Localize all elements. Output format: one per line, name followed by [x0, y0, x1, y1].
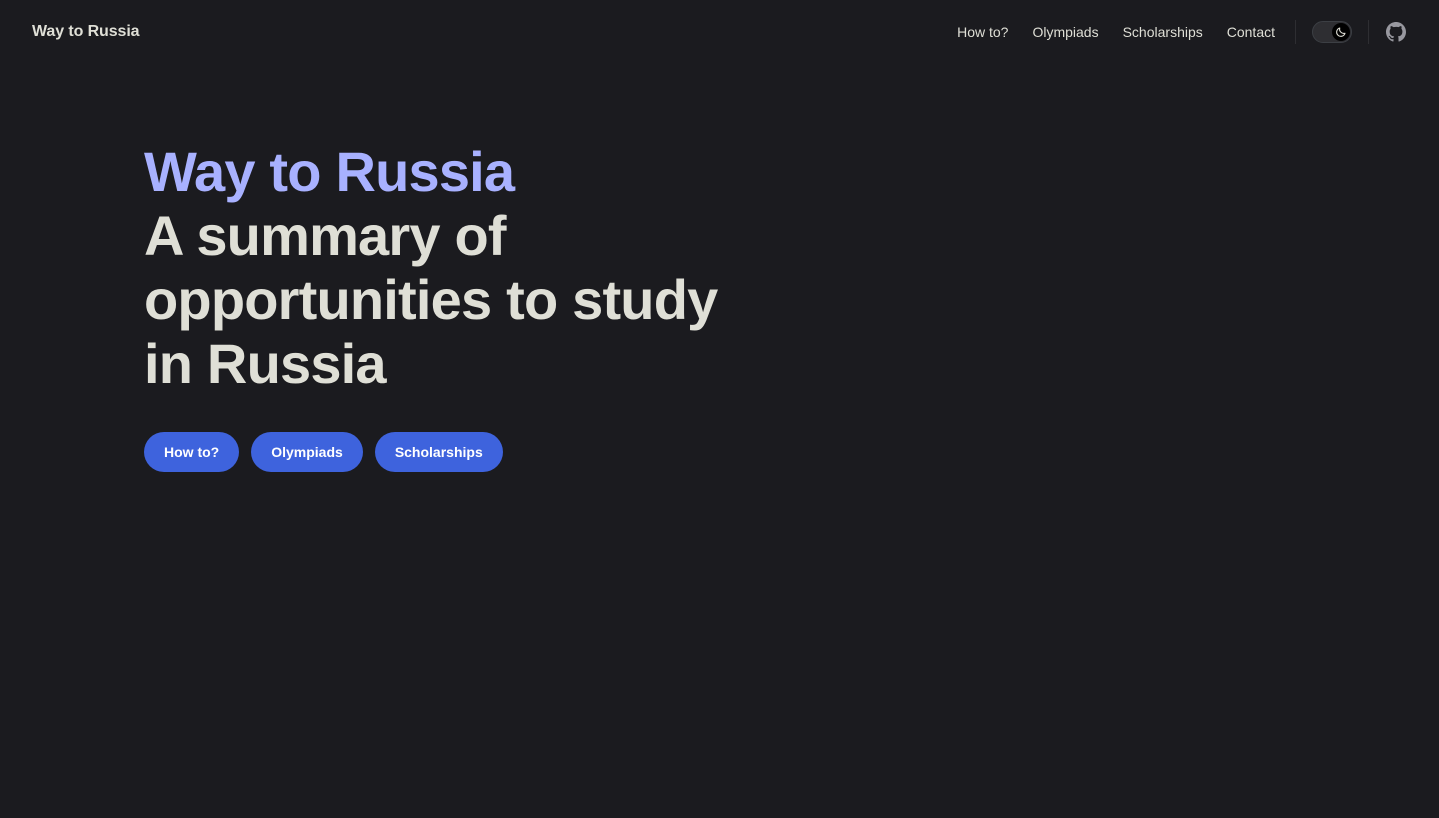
navbar: Way to Russia How to? Olympiads Scholars…	[0, 0, 1439, 64]
hero-section: Way to Russia A summary of opportunities…	[144, 140, 764, 472]
hero-heading: Way to Russia A summary of opportunities…	[144, 140, 764, 396]
olympiads-button[interactable]: Olympiads	[251, 432, 363, 472]
how-to-button[interactable]: How to?	[144, 432, 240, 472]
github-link[interactable]	[1385, 21, 1407, 43]
hero-tagline: A summary of opportunities to study in R…	[144, 204, 718, 395]
nav-link-how-to[interactable]: How to?	[945, 0, 1020, 64]
nav-link-olympiads[interactable]: Olympiads	[1020, 0, 1110, 64]
site-title-link[interactable]: Way to Russia	[32, 23, 140, 41]
hero-name: Way to Russia	[144, 140, 515, 203]
nav-divider	[1295, 20, 1296, 44]
hero-actions: How to? Olympiads Scholarships	[144, 432, 764, 472]
theme-toggle-switch[interactable]	[1312, 21, 1352, 43]
nav-link-scholarships[interactable]: Scholarships	[1111, 0, 1215, 64]
scholarships-button[interactable]: Scholarships	[374, 432, 503, 472]
github-icon	[1386, 22, 1406, 42]
nav-right: How to? Olympiads Scholarships Contact	[945, 0, 1407, 64]
nav-menu: How to? Olympiads Scholarships Contact	[945, 0, 1287, 64]
nav-divider-social	[1368, 20, 1369, 44]
switch-knob	[1332, 23, 1350, 41]
moon-icon	[1336, 27, 1346, 37]
nav-link-contact[interactable]: Contact	[1215, 0, 1287, 64]
